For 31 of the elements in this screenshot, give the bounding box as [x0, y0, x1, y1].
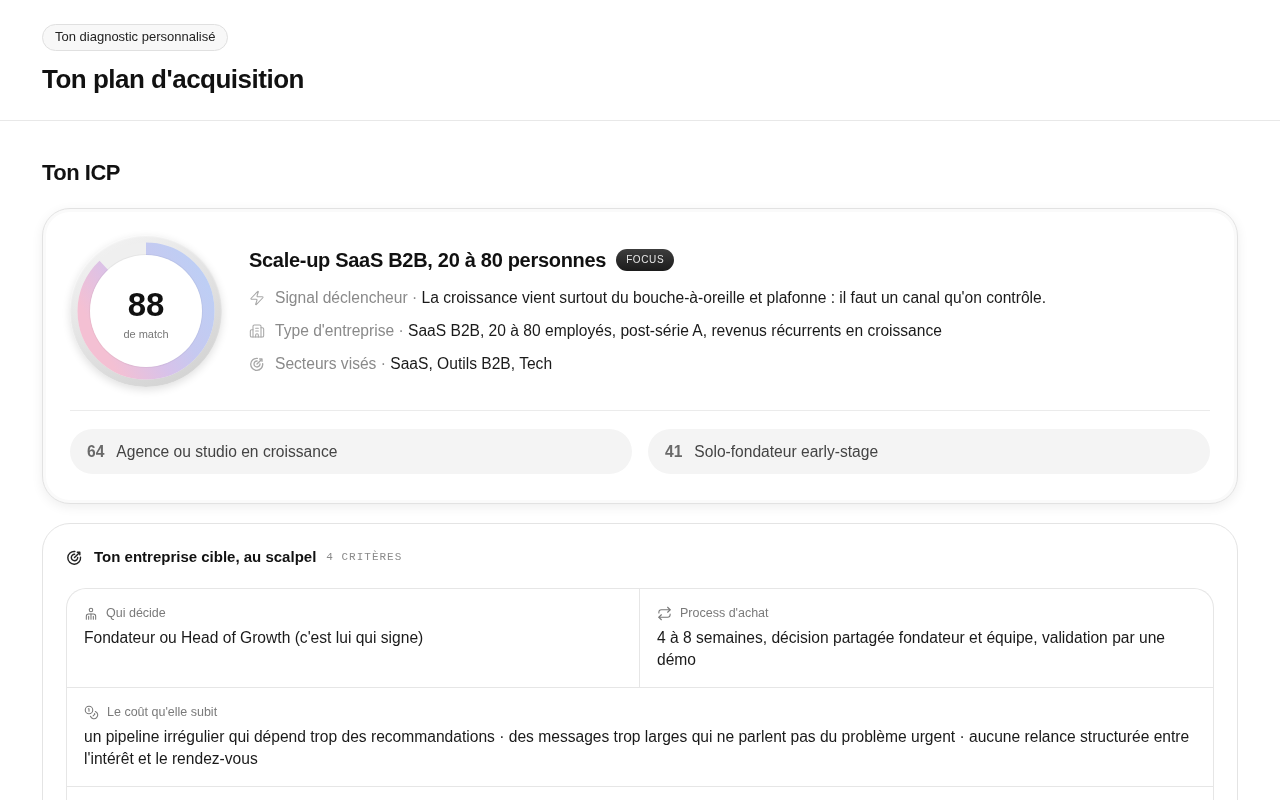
alternative-icp[interactable]: 64 Agence ou studio en croissance — [70, 429, 632, 474]
criteria-count: 4 CRITÈRES — [326, 551, 403, 563]
alternative-score: 41 — [665, 442, 683, 461]
person-icon — [84, 606, 98, 621]
repeat-icon — [657, 606, 672, 621]
coins-icon — [84, 705, 99, 720]
alternative-name: Agence ou studio en croissance — [116, 442, 338, 461]
icp-name: Scale-up SaaS B2B, 20 à 80 personnes — [249, 247, 607, 273]
alternative-score: 64 — [87, 442, 105, 461]
criterion-label: Le coût qu'elle subit — [107, 704, 218, 721]
lightning-icon — [249, 289, 265, 306]
detail-text: Signal déclencheur · La croissance vient surtout du bouche-à-oreille et plafonne : il faut un canal qu'on contrôle. — [275, 287, 1047, 308]
detail-text: Type d'entreprise · SaaS B2B, 20 à 80 employés, post-série A, revenus récurrents en croissance — [275, 320, 942, 341]
match-score: 88 — [127, 285, 165, 324]
alternative-name: Solo-fondateur early-stage — [694, 442, 879, 461]
detail-text: Secteurs visés · SaaS, Outils B2B, Tech — [275, 353, 553, 374]
page-title: Ton plan d'acquisition — [42, 63, 305, 95]
criterion-value: 4 à 8 semaines, décision partagée fondateur et équipe, validation par une démo — [657, 628, 1166, 670]
target-icon — [66, 548, 83, 566]
section-title: Ton ICP — [42, 159, 121, 187]
target-icon — [249, 355, 265, 372]
focus-tag: FOCUS — [616, 248, 675, 271]
criterion-value: Fondateur ou Head of Growth (c'est lui qui signe) — [84, 628, 425, 648]
criterion-value: un pipeline irrégulier qui dépend trop des recommandations · des messages trop larges qui ne parlent pas du problème urgent · aucune relance structurée entre l'intérêt et le rendez-vous — [84, 727, 1191, 769]
building-icon — [249, 322, 265, 339]
diagnostic-badge: Ton diagnostic personnalisé — [42, 24, 229, 51]
target-title: Ton entreprise cible, au scalpel — [94, 547, 317, 567]
criterion-label: Process d'achat — [680, 605, 769, 622]
criterion-label: Qui décide — [106, 605, 166, 622]
alternative-icp[interactable]: 41 Solo-fondateur early-stage — [648, 429, 1210, 474]
match-label: de match — [123, 326, 169, 341]
